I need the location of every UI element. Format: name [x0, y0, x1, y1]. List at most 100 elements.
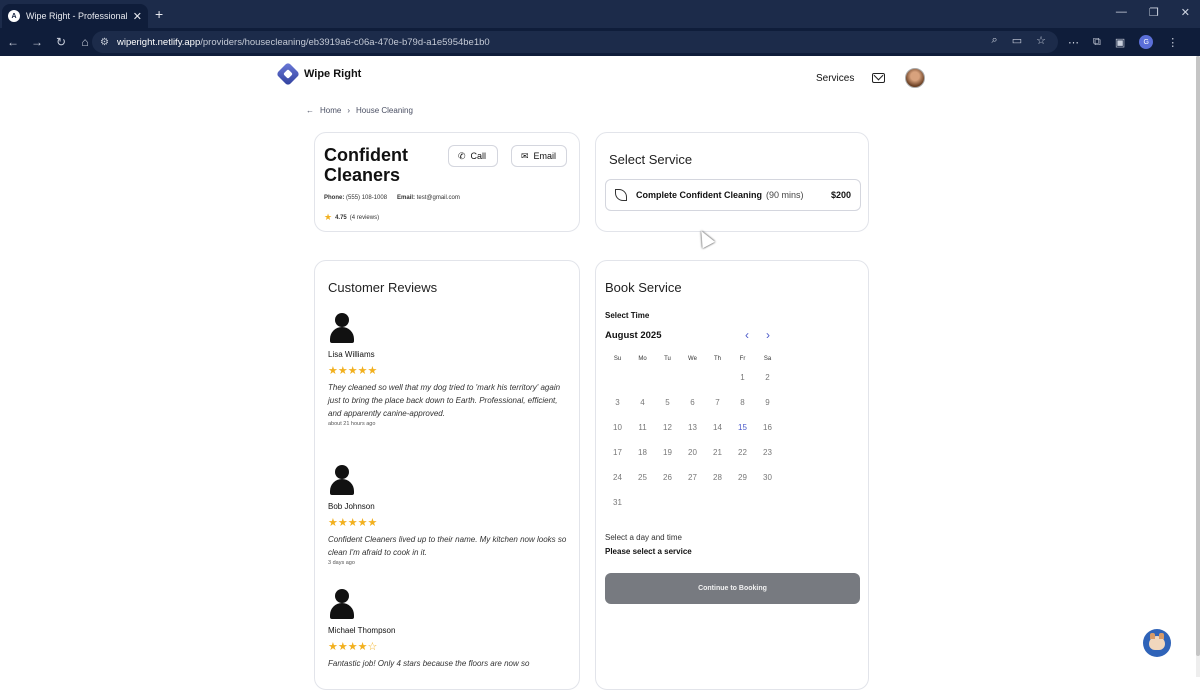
extensions-menu-icon[interactable]: ⋯	[1068, 36, 1079, 49]
calendar-day[interactable]: 24	[613, 473, 622, 482]
calendar-day[interactable]: 17	[613, 448, 622, 457]
calendar-day[interactable]: 7	[715, 398, 719, 407]
calendar-day[interactable]: 21	[713, 448, 722, 457]
calendar-day[interactable]: 19	[663, 448, 672, 457]
chevron-right-icon: ›	[347, 106, 351, 115]
reviewer-avatar	[328, 589, 356, 623]
call-button[interactable]: ✆ Call	[448, 145, 498, 167]
logo-icon	[275, 61, 301, 87]
back-icon[interactable]: ←	[2, 35, 24, 49]
calendar-day[interactable]: 12	[663, 423, 672, 432]
email-label: Email	[533, 151, 557, 161]
sidepanel-icon[interactable]: ▣	[1115, 36, 1125, 49]
service-price: $200	[830, 190, 851, 200]
user-avatar[interactable]	[905, 68, 926, 88]
browser-tab[interactable]: A Wipe Right - Professional Clea ✕	[2, 4, 148, 28]
leaf-icon	[615, 189, 627, 201]
continue-booking-button[interactable]: Continue to Booking	[605, 573, 860, 604]
review-stars: ★★★★☆	[328, 640, 573, 653]
calendar-day[interactable]: 6	[690, 398, 694, 407]
weekday-label: Su	[613, 356, 622, 362]
browser-tabstrip: A Wipe Right - Professional Clea ✕ + — ❐…	[0, 0, 1200, 28]
calendar-day[interactable]: 23	[763, 448, 772, 457]
select-service-title: Select Service	[609, 152, 693, 167]
calendar-day[interactable]: 5	[665, 398, 669, 407]
select-day-hint: Select a day and time	[605, 533, 682, 542]
dog-mascot-icon	[1149, 633, 1165, 650]
calendar-day[interactable]: 16	[763, 423, 772, 432]
calendar-day[interactable]: 18	[638, 448, 647, 457]
calendar-day[interactable]: 11	[638, 423, 646, 432]
chevron-left-icon[interactable]: ‹	[745, 328, 749, 342]
review-item: Bob Johnson ★★★★★ Confident Cleaners liv…	[328, 465, 573, 566]
weekday-label: We	[688, 356, 697, 362]
email-button[interactable]: ✉ Email	[511, 145, 567, 167]
chevron-right-icon[interactable]: ›	[766, 328, 770, 342]
omnibox-icons: ⌕ ▭ ☆	[992, 34, 1046, 47]
forward-icon[interactable]: →	[26, 35, 48, 49]
messages-icon[interactable]	[872, 73, 886, 83]
calendar-day[interactable]: 8	[740, 398, 744, 407]
calendar-day[interactable]: 10	[613, 423, 622, 432]
service-name: Complete Confident Cleaning	[636, 190, 762, 200]
calendar-day[interactable]: 31	[613, 498, 622, 507]
calendar-day[interactable]: 26	[663, 473, 672, 482]
calendar-day[interactable]: 2	[765, 373, 769, 382]
calendar-day[interactable]: 1	[740, 373, 744, 382]
breadcrumb-home[interactable]: Home	[320, 106, 341, 115]
weekday-label: Tu	[664, 356, 671, 362]
chat-assistant-button[interactable]	[1143, 629, 1171, 657]
minimize-icon[interactable]: —	[1116, 6, 1127, 19]
calendar-week-row: 24 25 26 27 28 29 30	[605, 465, 780, 490]
calendar-week-row: 12	[605, 365, 780, 390]
calendar-day[interactable]: 28	[713, 473, 722, 482]
empty-star-icon: ☆	[367, 641, 378, 653]
brand-name: Wipe Right	[304, 68, 362, 80]
reviewer-avatar	[328, 313, 356, 347]
tab-title: Wipe Right - Professional Clea	[26, 11, 129, 21]
back-arrow-icon[interactable]: ←	[306, 106, 314, 115]
close-tab-icon[interactable]: ✕	[133, 10, 142, 23]
select-service-hint: Please select a service	[605, 547, 692, 556]
calendar-day[interactable]: 29	[738, 473, 747, 482]
browser-menu-icon[interactable]: ⋮	[1167, 36, 1178, 49]
services-link[interactable]: Services	[816, 73, 854, 84]
calendar-day[interactable]: 15	[738, 423, 747, 432]
weekday-label: Mo	[638, 356, 647, 362]
zoom-icon[interactable]: ⌕	[992, 34, 998, 47]
puzzle-icon[interactable]: ⧉	[1093, 36, 1101, 49]
calendar-day[interactable]: 20	[688, 448, 697, 457]
site-settings-icon[interactable]: ⚙	[100, 37, 109, 48]
calendar-day[interactable]: 4	[640, 398, 644, 407]
card-icon[interactable]: ▭	[1012, 34, 1022, 47]
calendar-day[interactable]: 13	[688, 423, 697, 432]
profile-avatar[interactable]: G	[1139, 35, 1154, 49]
booking-title: Book Service	[605, 280, 682, 295]
calendar-day[interactable]: 27	[688, 473, 697, 482]
close-window-icon[interactable]: ✕	[1181, 6, 1190, 19]
email-value: test@gmail.com	[416, 195, 460, 201]
restore-icon[interactable]: ❐	[1149, 6, 1159, 19]
calendar-day[interactable]: 30	[763, 473, 772, 482]
url-path: /providers/housecleaning/eb3919a6-c06a-4…	[200, 36, 490, 48]
page: Wipe Right Services ← Home › House Clean…	[0, 56, 1196, 690]
reload-icon[interactable]: ↻	[50, 35, 72, 49]
calendar-day[interactable]: 9	[765, 398, 769, 407]
service-option[interactable]: Complete Confident Cleaning (90 mins) $2…	[605, 179, 861, 211]
reviewer-name: Bob Johnson	[328, 502, 375, 511]
calendar-day[interactable]: 25	[638, 473, 647, 482]
address-bar[interactable]: ⚙ wiperight.netlify.app/providers/housec…	[92, 31, 1058, 53]
new-tab-icon[interactable]: +	[155, 6, 163, 22]
brand[interactable]: Wipe Right	[275, 61, 362, 87]
breadcrumb-current[interactable]: House Cleaning	[356, 106, 413, 115]
review-text: Confident Cleaners lived up to their nam…	[328, 535, 567, 557]
scrollbar-thumb[interactable]	[1196, 56, 1200, 656]
calendar-day[interactable]: 3	[615, 398, 619, 407]
calendar-day[interactable]: 22	[738, 448, 747, 457]
calendar-week-row: 17 18 19 20 21 22 23	[605, 440, 780, 465]
page-scrollbar[interactable]	[1196, 56, 1200, 677]
review-item: Michael Thompson ★★★★☆ Fantastic job! On…	[328, 589, 573, 670]
calendar-day[interactable]: 14	[713, 423, 722, 432]
call-label: Call	[470, 151, 487, 161]
bookmark-star-icon[interactable]: ☆	[1036, 34, 1046, 47]
